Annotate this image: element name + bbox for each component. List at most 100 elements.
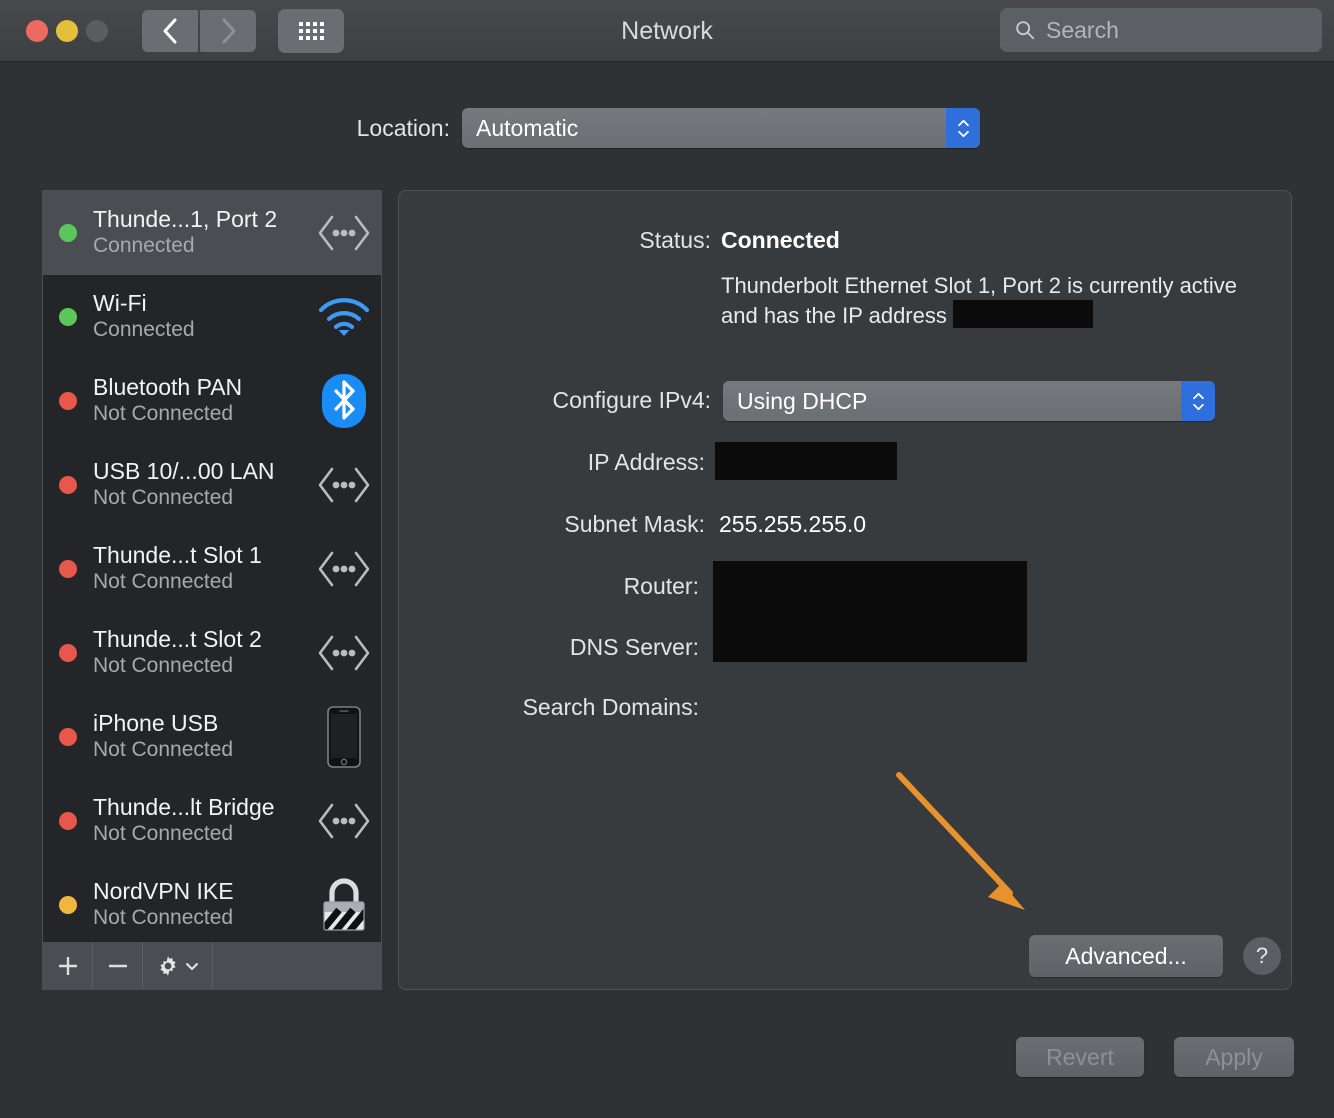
configure-ipv4-row: Configure IPv4:	[399, 387, 721, 414]
ethernet-icon	[318, 803, 370, 839]
service-detail-panel: Status: Connected Thunderbolt Ethernet S…	[398, 190, 1292, 990]
service-name: Thunde...lt Bridge	[93, 794, 275, 821]
zoom-window-button[interactable]	[86, 19, 108, 42]
router-label: Router:	[623, 573, 699, 599]
router-row: Router:	[399, 573, 709, 600]
location-row: Location: Automatic	[0, 108, 1334, 148]
chevron-up-icon	[1192, 392, 1204, 399]
service-text: NordVPN IKE Not Connected	[93, 878, 313, 931]
location-label: Location:	[356, 114, 450, 141]
service-actions-menu-button[interactable]	[143, 943, 213, 989]
navigation-buttons	[142, 9, 256, 52]
wifi-icon	[318, 298, 370, 336]
forward-button[interactable]	[200, 9, 256, 52]
help-button[interactable]: ?	[1243, 937, 1281, 975]
service-text: USB 10/...00 LAN Not Connected	[93, 458, 313, 511]
search-domains-row: Search Domains:	[399, 694, 709, 721]
show-all-button[interactable]	[278, 8, 344, 53]
gear-icon	[159, 956, 176, 976]
location-stepper-arrows[interactable]	[946, 108, 980, 148]
service-list-item[interactable]: Thunde...t Slot 1 Not Connected	[43, 527, 381, 611]
service-list-item[interactable]: NordVPN IKE Not Connected	[43, 863, 381, 942]
ethernet-icon	[318, 215, 370, 251]
ethernet-icon	[318, 467, 370, 503]
service-icon-wrapper	[313, 632, 375, 674]
status-indicator-green	[59, 308, 77, 326]
status-value: Connected	[721, 227, 840, 253]
service-name: Thunde...t Slot 1	[93, 542, 262, 569]
service-text: Thunde...lt Bridge Not Connected	[93, 794, 313, 847]
iphone-icon	[327, 706, 361, 768]
plus-icon	[58, 957, 77, 975]
advanced-button[interactable]: Advanced...	[1029, 935, 1223, 977]
close-window-button[interactable]	[26, 19, 48, 42]
ip-address-row: IP Address:	[399, 449, 715, 476]
configure-ipv4-value: Using DHCP	[737, 387, 868, 414]
status-label: Status:	[639, 227, 711, 253]
status-indicator-red	[59, 392, 77, 410]
subnet-mask-label: Subnet Mask:	[564, 511, 705, 537]
toolbar-empty-area	[213, 943, 381, 989]
status-indicator-yellow	[59, 896, 77, 914]
configure-ipv4-dropdown[interactable]: Using DHCP	[723, 381, 1215, 421]
configure-ipv4-stepper-arrows[interactable]	[1181, 381, 1215, 421]
apply-button[interactable]: Apply	[1174, 1037, 1294, 1077]
status-indicator-red	[59, 560, 77, 578]
status-description: Thunderbolt Ethernet Slot 1, Port 2 is c…	[721, 271, 1241, 331]
status-indicator-green	[59, 224, 77, 242]
service-icon-wrapper	[313, 800, 375, 842]
search-domains-label: Search Domains:	[522, 694, 699, 720]
service-icon-wrapper	[313, 373, 375, 429]
service-status: Not Connected	[93, 654, 234, 678]
subnet-mask-row: Subnet Mask:	[399, 511, 715, 538]
service-list-item[interactable]: Wi-Fi Connected	[43, 275, 381, 359]
status-indicator-red	[59, 644, 77, 662]
status-row: Status:	[399, 227, 721, 254]
status-indicator-red	[59, 812, 77, 830]
service-list-item[interactable]: Bluetooth PAN Not Connected	[43, 359, 381, 443]
service-icon-wrapper	[313, 706, 375, 768]
location-selected-value: Automatic	[476, 114, 579, 141]
revert-button[interactable]: Revert	[1016, 1037, 1144, 1077]
ethernet-icon	[318, 551, 370, 587]
add-service-button[interactable]	[43, 943, 93, 989]
service-icon-wrapper	[313, 296, 375, 338]
dns-server-label: DNS Server:	[569, 634, 699, 660]
service-list-item[interactable]: iPhone USB Not Connected	[43, 695, 381, 779]
service-list-item[interactable]: Thunde...t Slot 2 Not Connected	[43, 611, 381, 695]
chevron-up-icon	[957, 119, 969, 126]
search-placeholder: Search	[1046, 16, 1119, 43]
service-status: Not Connected	[93, 402, 234, 426]
service-list-item[interactable]: Thunde...lt Bridge Not Connected	[43, 779, 381, 863]
search-field[interactable]: Search	[1000, 8, 1322, 52]
location-dropdown[interactable]: Automatic	[462, 108, 980, 148]
back-button[interactable]	[142, 9, 198, 52]
back-icon	[163, 18, 177, 43]
ethernet-icon	[318, 635, 370, 671]
service-icon-wrapper	[313, 464, 375, 506]
service-icon-wrapper	[313, 876, 375, 934]
service-status: Not Connected	[93, 570, 234, 594]
service-icon-wrapper	[313, 212, 375, 254]
service-list-item[interactable]: Thunde...1, Port 2 Connected	[43, 191, 381, 275]
service-name: USB 10/...00 LAN	[93, 458, 275, 485]
service-list-toolbar	[42, 942, 382, 990]
service-text: Wi-Fi Connected	[93, 290, 313, 343]
dns-server-row: DNS Server:	[399, 634, 709, 661]
service-text: Thunde...t Slot 2 Not Connected	[93, 626, 313, 679]
service-icon-wrapper	[313, 548, 375, 590]
remove-service-button[interactable]	[93, 943, 143, 989]
status-indicator-red	[59, 728, 77, 746]
subnet-mask-value: 255.255.255.0	[719, 511, 867, 537]
service-list-item[interactable]: USB 10/...00 LAN Not Connected	[43, 443, 381, 527]
traffic-lights	[26, 19, 108, 42]
configure-ipv4-label: Configure IPv4:	[552, 387, 711, 413]
service-status: Connected	[93, 234, 195, 258]
chevron-down-icon	[1192, 403, 1204, 410]
service-text: Thunde...1, Port 2 Connected	[93, 206, 313, 259]
minimize-window-button[interactable]	[56, 19, 78, 42]
service-name: Wi-Fi	[93, 290, 147, 317]
service-name: Thunde...t Slot 2	[93, 626, 262, 653]
network-service-list[interactable]: Thunde...1, Port 2 Connected Wi-Fi Connecte…	[42, 190, 382, 942]
minus-icon	[108, 964, 127, 968]
